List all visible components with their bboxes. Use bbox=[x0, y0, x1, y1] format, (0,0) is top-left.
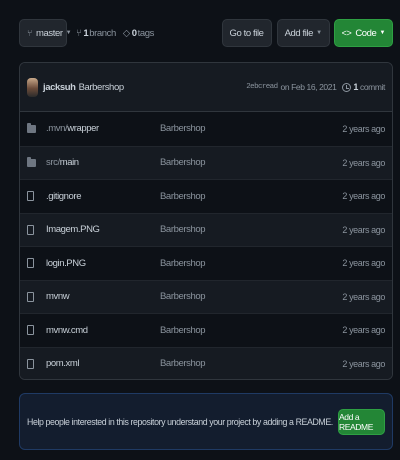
commit-count-label: commit bbox=[360, 82, 385, 92]
repo-toolbar: ⑂ master ▼ ⑂ 1 branch ◇ 0 tags Go to fil… bbox=[19, 19, 393, 47]
file-name[interactable]: src/main bbox=[46, 157, 160, 168]
code-icon: <> bbox=[341, 28, 352, 38]
chevron-down-icon: ▼ bbox=[316, 30, 322, 36]
file-row[interactable]: .gitignore Barbershop 2 years ago bbox=[20, 179, 392, 213]
file-commit-message[interactable]: Barbershop bbox=[160, 258, 206, 269]
file-name[interactable]: mvnw bbox=[46, 291, 160, 302]
file-row[interactable]: .mvn/wrapper Barbershop 2 years ago bbox=[20, 112, 392, 146]
file-commit-age: 2 years ago bbox=[342, 258, 385, 269]
file-icon bbox=[27, 325, 40, 336]
file-commit-age: 2 years ago bbox=[342, 191, 385, 202]
file-commit-message[interactable]: Barbershop bbox=[160, 191, 206, 202]
branches-link[interactable]: ⑂ 1 branch bbox=[76, 28, 116, 39]
code-label: Code bbox=[355, 27, 377, 39]
latest-commit-bar: jacksuh Barbershop 2ebcread on Feb 16, 2… bbox=[20, 63, 392, 112]
file-row[interactable]: login.PNG Barbershop 2 years ago bbox=[20, 246, 392, 280]
file-name-text: main bbox=[59, 157, 79, 169]
file-row[interactable]: src/main Barbershop 2 years ago bbox=[20, 145, 392, 179]
file-commit-age: 2 years ago bbox=[342, 224, 385, 235]
file-commit-age: 2 years ago bbox=[342, 325, 385, 336]
file-path-prefix: .mvn/ bbox=[46, 123, 68, 135]
file-commit-age: 2 years ago bbox=[342, 123, 385, 134]
file-name[interactable]: Imagem.PNG bbox=[46, 224, 160, 235]
file-row[interactable]: mvnw Barbershop 2 years ago bbox=[20, 279, 392, 313]
commit-date: on Feb 16, 2021 bbox=[280, 82, 337, 92]
file-icon bbox=[27, 258, 40, 269]
commit-count: 1 bbox=[353, 82, 359, 92]
file-commit-message[interactable]: Barbershop bbox=[160, 123, 206, 134]
branch-selector[interactable]: ⑂ master ▼ bbox=[19, 19, 72, 47]
file-commit-message[interactable]: Barbershop bbox=[160, 291, 206, 302]
commit-hash[interactable]: 2ebcread bbox=[246, 83, 278, 91]
folder-icon bbox=[27, 156, 40, 167]
branch-tag-meta: ⑂ 1 branch ◇ 0 tags bbox=[76, 28, 154, 39]
file-browser: jacksuh Barbershop 2ebcread on Feb 16, 2… bbox=[19, 62, 393, 380]
avatar[interactable] bbox=[27, 77, 38, 97]
file-name-text: Imagem.PNG bbox=[46, 224, 100, 236]
file-name[interactable]: login.PNG bbox=[46, 258, 160, 269]
file-commit-message[interactable]: Barbershop bbox=[160, 358, 206, 369]
commit-author[interactable]: jacksuh bbox=[43, 82, 76, 93]
add-file-button[interactable]: Add file ▼ bbox=[276, 19, 330, 47]
readme-prompt: Help people interested in this repositor… bbox=[27, 416, 333, 427]
chevron-down-icon: ▼ bbox=[379, 30, 385, 36]
add-readme-button[interactable]: Add a README bbox=[338, 408, 385, 435]
branch-icon: ⑂ bbox=[27, 28, 33, 38]
file-name-text: mvnw bbox=[46, 291, 70, 303]
file-name-text: login.PNG bbox=[46, 257, 86, 269]
folder-icon bbox=[27, 122, 40, 133]
chevron-down-icon: ▼ bbox=[65, 30, 72, 36]
code-button[interactable]: <> Code ▼ bbox=[333, 19, 393, 47]
go-to-file-button[interactable]: Go to file bbox=[221, 19, 272, 47]
file-commit-age: 2 years ago bbox=[342, 358, 385, 369]
file-name-text: pom.xml bbox=[46, 358, 80, 370]
file-name[interactable]: pom.xml bbox=[46, 358, 160, 369]
file-commit-message[interactable]: Barbershop bbox=[160, 224, 206, 235]
file-path-prefix: src/ bbox=[46, 157, 60, 169]
file-row[interactable]: pom.xml Barbershop 2 years ago bbox=[20, 346, 392, 379]
file-commit-age: 2 years ago bbox=[342, 157, 385, 168]
file-name[interactable]: .gitignore bbox=[46, 191, 160, 202]
file-icon bbox=[27, 224, 40, 235]
branch-count: 1 bbox=[83, 27, 89, 39]
tag-label: tags bbox=[137, 27, 155, 39]
commit-history-link[interactable]: 1 commit bbox=[353, 82, 385, 92]
file-row[interactable]: mvnw.cmd Barbershop 2 years ago bbox=[20, 313, 392, 347]
add-file-label: Add file bbox=[284, 27, 314, 39]
readme-banner: Help people interested in this repositor… bbox=[19, 393, 393, 450]
branch-label: branch bbox=[89, 27, 116, 39]
history-icon bbox=[342, 82, 352, 92]
file-name-text: .gitignore bbox=[46, 190, 82, 202]
file-icon bbox=[27, 358, 40, 369]
commit-message[interactable]: Barbershop bbox=[79, 82, 125, 93]
tag-count: 0 bbox=[131, 27, 137, 39]
branch-name: master bbox=[36, 27, 63, 39]
file-name[interactable]: .mvn/wrapper bbox=[46, 123, 160, 134]
file-commit-message[interactable]: Barbershop bbox=[160, 157, 206, 168]
branch-icon: ⑂ bbox=[76, 27, 82, 39]
file-icon bbox=[27, 191, 40, 202]
file-commit-message[interactable]: Barbershop bbox=[160, 325, 206, 336]
file-list: .mvn/wrapper Barbershop 2 years ago src/mai… bbox=[20, 112, 392, 379]
file-row[interactable]: Imagem.PNG Barbershop 2 years ago bbox=[20, 212, 392, 246]
file-name-text: mvnw.cmd bbox=[46, 324, 88, 336]
tag-icon: ◇ bbox=[122, 27, 130, 39]
file-name[interactable]: mvnw.cmd bbox=[46, 325, 160, 336]
file-name-text: wrapper bbox=[67, 123, 99, 135]
tags-link[interactable]: ◇ 0 tags bbox=[122, 27, 155, 39]
file-commit-age: 2 years ago bbox=[342, 291, 385, 302]
commit-meta: 2ebcread on Feb 16, 2021 1 commit bbox=[246, 82, 385, 92]
file-icon bbox=[27, 291, 40, 302]
